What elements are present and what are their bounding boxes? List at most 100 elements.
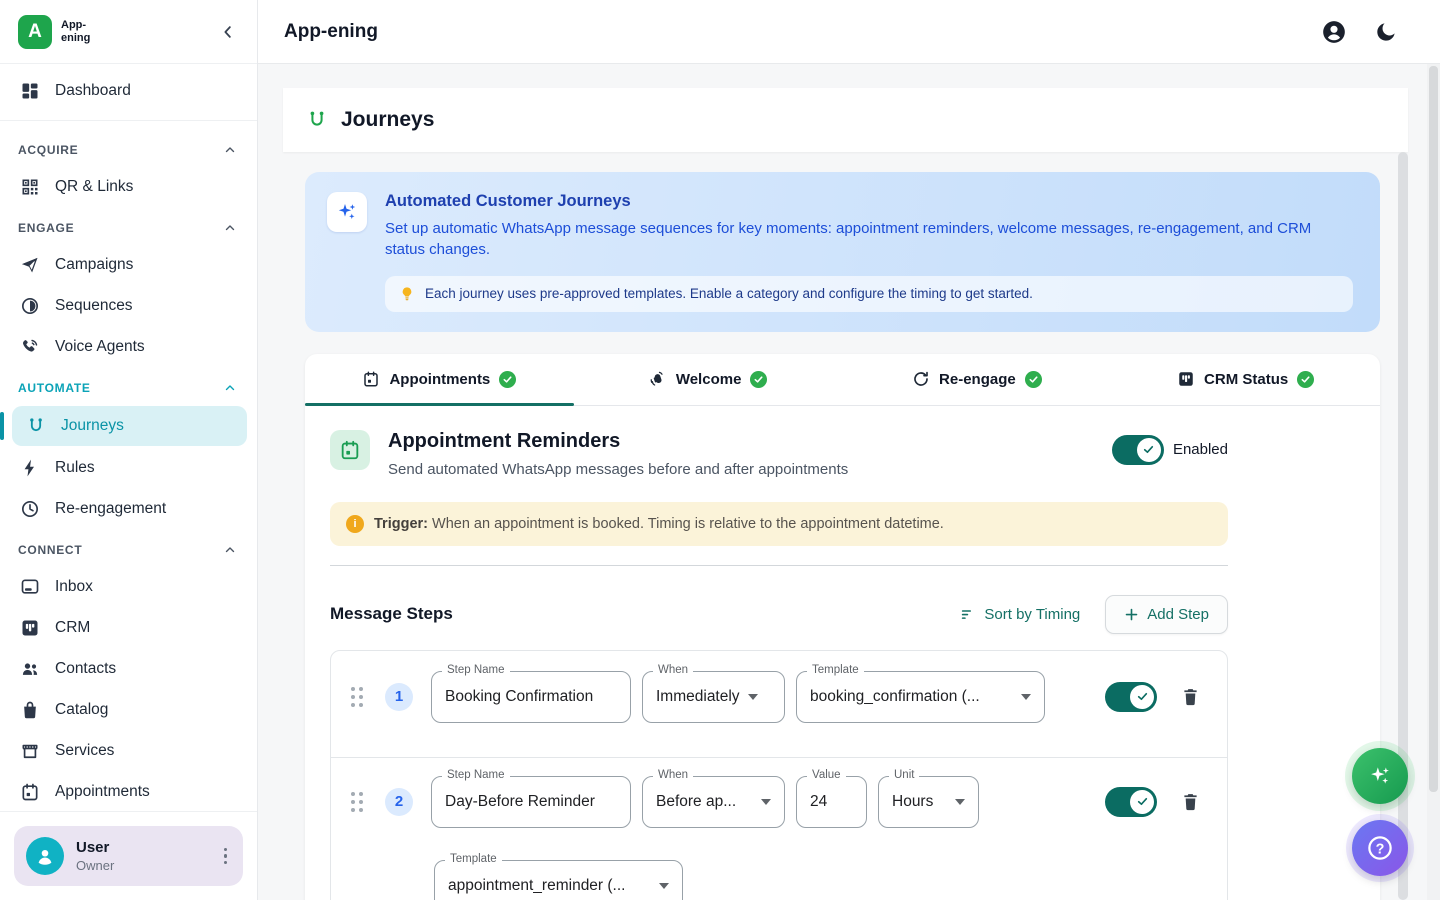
user-card[interactable]: User Owner bbox=[14, 826, 243, 886]
field-label: Template bbox=[807, 664, 864, 676]
account-button[interactable] bbox=[1321, 19, 1347, 45]
sort-label: Sort by Timing bbox=[984, 606, 1080, 623]
section-label: CONNECT bbox=[18, 543, 82, 557]
sidebar-item-dashboard[interactable]: Dashboard bbox=[0, 71, 257, 111]
sidebar-item-label: Voice Agents bbox=[55, 338, 145, 356]
page-title: Journeys bbox=[341, 108, 434, 132]
trigger-description: When an appointment is booked. Timing is… bbox=[428, 516, 944, 532]
delete-step-button[interactable] bbox=[1180, 686, 1201, 707]
sidebar-item-crm[interactable]: CRM bbox=[0, 608, 257, 648]
template-select[interactable]: Template booking_confirmation (... bbox=[796, 671, 1045, 723]
trigger-text: Trigger: When an appointment is booked. … bbox=[374, 516, 944, 532]
tab-label: Appointments bbox=[389, 371, 490, 388]
refresh-icon bbox=[912, 370, 930, 388]
sidebar-item-catalog[interactable]: Catalog bbox=[0, 690, 257, 730]
sparkles-icon bbox=[335, 200, 359, 224]
tab-crm-status[interactable]: CRM Status bbox=[1111, 354, 1380, 405]
banner-description: Set up automatic WhatsApp message sequen… bbox=[385, 218, 1353, 261]
template-select[interactable]: Template appointment_reminder (... bbox=[434, 860, 683, 900]
sidebar-collapse-button[interactable] bbox=[215, 19, 241, 45]
dark-mode-button[interactable] bbox=[1374, 20, 1398, 44]
sidebar-item-re-engagement[interactable]: Re-engagement bbox=[0, 489, 257, 529]
dropdown-arrow-icon bbox=[748, 694, 758, 700]
banner-body: Automated Customer Journeys Set up autom… bbox=[385, 192, 1353, 312]
drag-handle-icon[interactable] bbox=[351, 687, 363, 707]
user-menu-button[interactable] bbox=[218, 844, 234, 869]
moon-icon bbox=[1374, 20, 1398, 44]
sidebar-section-engage[interactable]: ENGAGE bbox=[0, 208, 257, 244]
calendar-icon bbox=[339, 439, 361, 461]
drag-handle-icon[interactable] bbox=[351, 792, 363, 812]
field-value: Immediately bbox=[656, 688, 740, 706]
sidebar-item-inbox[interactable]: Inbox bbox=[0, 567, 257, 607]
trigger-banner: i Trigger: When an appointment is booked… bbox=[330, 502, 1228, 546]
add-step-button[interactable]: Add Step bbox=[1105, 595, 1228, 634]
step-number-badge: 1 bbox=[385, 683, 413, 711]
tab-re-engage[interactable]: Re-engage bbox=[843, 354, 1112, 405]
tab-label: CRM Status bbox=[1204, 371, 1288, 388]
journeys-card: Appointments Welcome Re-engage bbox=[305, 354, 1380, 900]
help-fab[interactable]: ? bbox=[1352, 820, 1408, 876]
sidebar-item-label: Rules bbox=[55, 459, 95, 477]
field-label: When bbox=[653, 769, 693, 781]
sidebar-item-voice-agents[interactable]: Voice Agents bbox=[0, 327, 257, 367]
delete-step-button[interactable] bbox=[1180, 791, 1201, 812]
trigger-label: Trigger: bbox=[374, 516, 428, 532]
user-meta: User Owner bbox=[76, 839, 206, 873]
sidebar-section-automate[interactable]: AUTOMATE bbox=[0, 368, 257, 404]
sidebar-item-qr-links[interactable]: QR & Links bbox=[0, 167, 257, 207]
lightbulb-icon bbox=[399, 286, 415, 302]
sidebar-item-journeys[interactable]: Journeys bbox=[12, 406, 247, 446]
field-label: Value bbox=[807, 769, 846, 781]
step-actions bbox=[1105, 682, 1201, 712]
sidebar-item-sequences[interactable]: Sequences bbox=[0, 286, 257, 326]
sidebar-section-acquire[interactable]: ACQUIRE bbox=[0, 130, 257, 166]
sort-by-timing-button[interactable]: Sort by Timing bbox=[959, 606, 1080, 623]
step-enabled-toggle[interactable] bbox=[1105, 787, 1157, 817]
value-input[interactable]: Value 24 bbox=[796, 776, 867, 828]
sidebar-item-label: Inbox bbox=[55, 578, 93, 596]
sidebar-item-contacts[interactable]: Contacts bbox=[0, 649, 257, 689]
sidebar-item-label: Services bbox=[55, 742, 114, 760]
user-avatar bbox=[26, 837, 64, 875]
tab-appointments[interactable]: Appointments bbox=[305, 354, 574, 405]
sidebar-item-appointments[interactable]: Appointments bbox=[0, 772, 257, 811]
tab-complete-badge bbox=[1297, 371, 1314, 388]
field-label: Step Name bbox=[442, 769, 510, 781]
header-actions bbox=[1321, 19, 1398, 45]
step-line: 1 Step Name Booking Confirmation When Im… bbox=[351, 671, 1201, 723]
journey-enable-control: Enabled bbox=[1112, 430, 1228, 465]
app-root: A App-ening Dashboard ACQUIRE QR & Links bbox=[0, 0, 1440, 900]
step-name-input[interactable]: Step Name Booking Confirmation bbox=[431, 671, 631, 723]
check-icon bbox=[1136, 795, 1149, 808]
ai-assistant-fab[interactable] bbox=[1352, 748, 1408, 804]
add-step-label: Add Step bbox=[1147, 606, 1209, 623]
sidebar-item-campaigns[interactable]: Campaigns bbox=[0, 245, 257, 285]
sidebar-item-label: Journeys bbox=[61, 417, 124, 435]
journey-tabs: Appointments Welcome Re-engage bbox=[305, 354, 1380, 406]
field-value: booking_confirmation (... bbox=[810, 688, 980, 706]
step-number-badge: 2 bbox=[385, 788, 413, 816]
step-enabled-toggle[interactable] bbox=[1105, 682, 1157, 712]
section-label: ENGAGE bbox=[18, 221, 74, 235]
chevron-up-icon bbox=[223, 143, 237, 157]
phone-call-icon bbox=[20, 337, 40, 357]
window-scrollbar-thumb[interactable] bbox=[1429, 66, 1438, 792]
message-steps-header: Message Steps Sort by Timing Add Step bbox=[330, 595, 1228, 634]
sidebar-section-connect[interactable]: CONNECT bbox=[0, 530, 257, 566]
field-label: Step Name bbox=[442, 664, 510, 676]
unit-select[interactable]: Unit Hours bbox=[878, 776, 979, 828]
sidebar-item-rules[interactable]: Rules bbox=[0, 448, 257, 488]
when-select[interactable]: When Before ap... bbox=[642, 776, 785, 828]
sidebar-item-services[interactable]: Services bbox=[0, 731, 257, 771]
journey-enabled-toggle[interactable] bbox=[1112, 435, 1164, 465]
field-label: Unit bbox=[889, 769, 919, 781]
tab-welcome[interactable]: Welcome bbox=[574, 354, 843, 405]
dropdown-arrow-icon bbox=[761, 799, 771, 805]
route-icon bbox=[26, 416, 46, 436]
steps-container: 1 Step Name Booking Confirmation When Im… bbox=[330, 650, 1228, 900]
sequence-contrast-icon bbox=[20, 296, 40, 316]
when-select[interactable]: When Immediately bbox=[642, 671, 785, 723]
sidebar-item-label: Catalog bbox=[55, 701, 108, 719]
step-name-input[interactable]: Step Name Day-Before Reminder bbox=[431, 776, 631, 828]
